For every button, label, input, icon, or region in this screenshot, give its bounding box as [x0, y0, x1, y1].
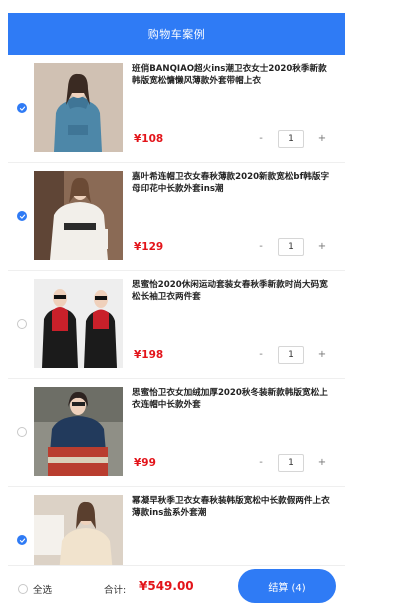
- decrease-button[interactable]: -: [256, 457, 266, 468]
- decrease-button[interactable]: -: [256, 241, 266, 252]
- decrease-button[interactable]: -: [256, 133, 266, 144]
- cart-footer: 全选 合计: ¥549.00 结算 (4): [8, 565, 345, 612]
- quantity-input[interactable]: 1: [278, 346, 304, 364]
- increase-button[interactable]: +: [317, 457, 327, 468]
- increase-button[interactable]: +: [317, 241, 327, 252]
- cart-item: 嘉叶希连帽卫衣女春秋薄款2020新款宽松bf韩版字母印花中长款外套ins潮 ¥1…: [8, 163, 345, 271]
- item-checkbox[interactable]: [17, 427, 27, 437]
- checkmark-icon: [19, 214, 25, 219]
- black-red-tracksuit-image: [34, 279, 123, 368]
- cart-app: 购物车案例 班俏BANQIAO超火ins潮卫衣女士2020秋季新款韩版宽松慵懒风…: [8, 13, 345, 612]
- checkout-label: 结算 (4): [268, 582, 306, 594]
- item-checkbox[interactable]: [17, 319, 27, 329]
- cart-item: 班俏BANQIAO超火ins潮卫衣女士2020秋季新款韩版宽松慵懒风薄款外套带帽…: [8, 55, 345, 163]
- cart-item: 思蜜怡2020休闲运动套装女春秋季新款时尚大码宽松长袖卫衣两件套 ¥198 - …: [8, 271, 345, 379]
- product-image[interactable]: [34, 495, 123, 566]
- product-price: ¥108: [134, 133, 164, 145]
- cart-item: 幂凝早秋季卫衣女春秋装韩版宽松中长款假两件上衣薄款ins盐系外套潮: [8, 487, 345, 566]
- cart-item: 思蜜怡卫衣女加绒加厚2020秋冬装新款韩版宽松上衣连帽中长款外套 ¥99 - 1…: [8, 379, 345, 487]
- colorblock-hoodie-image: [34, 387, 123, 476]
- product-title[interactable]: 班俏BANQIAO超火ins潮卫衣女士2020秋季新款韩版宽松慵懒风薄款外套带帽…: [132, 63, 334, 87]
- quantity-input[interactable]: 1: [278, 130, 304, 148]
- cart-list[interactable]: 班俏BANQIAO超火ins潮卫衣女士2020秋季新款韩版宽松慵懒风薄款外套带帽…: [8, 55, 345, 566]
- checkout-button[interactable]: 结算 (4): [238, 569, 336, 603]
- quantity-input[interactable]: 1: [278, 238, 304, 256]
- item-checkbox[interactable]: [17, 535, 27, 545]
- header-bar: 购物车案例: [8, 13, 345, 55]
- quantity-input[interactable]: 1: [278, 454, 304, 472]
- woman-blue-hoodie-image: [34, 63, 123, 152]
- product-image[interactable]: [34, 63, 123, 152]
- product-title[interactable]: 思蜜怡卫衣女加绒加厚2020秋冬装新款韩版宽松上衣连帽中长款外套: [132, 387, 334, 411]
- total-label: 合计:: [104, 585, 127, 596]
- select-all-label[interactable]: 全选: [33, 582, 52, 596]
- checkmark-icon: [19, 538, 25, 543]
- decrease-button[interactable]: -: [256, 349, 266, 360]
- increase-button[interactable]: +: [317, 349, 327, 360]
- product-image[interactable]: [34, 387, 123, 476]
- checkmark-icon: [19, 106, 25, 111]
- cream-sweatshirt-image: [34, 495, 123, 566]
- product-price: ¥129: [134, 241, 164, 253]
- woman-white-hoodie-image: [34, 171, 123, 260]
- select-all-checkbox[interactable]: [18, 584, 28, 594]
- increase-button[interactable]: +: [317, 133, 327, 144]
- product-price: ¥198: [134, 349, 164, 361]
- item-checkbox[interactable]: [17, 103, 27, 113]
- product-image[interactable]: [34, 279, 123, 368]
- product-image[interactable]: [34, 171, 123, 260]
- item-checkbox[interactable]: [17, 211, 27, 221]
- product-title[interactable]: 嘉叶希连帽卫衣女春秋薄款2020新款宽松bf韩版字母印花中长款外套ins潮: [132, 171, 334, 195]
- product-title[interactable]: 思蜜怡2020休闲运动套装女春秋季新款时尚大码宽松长袖卫衣两件套: [132, 279, 334, 303]
- page-title: 购物车案例: [147, 28, 206, 41]
- product-title[interactable]: 幂凝早秋季卫衣女春秋装韩版宽松中长款假两件上衣薄款ins盐系外套潮: [132, 495, 334, 519]
- product-price: ¥99: [134, 457, 156, 469]
- total-price: ¥549.00: [139, 579, 194, 593]
